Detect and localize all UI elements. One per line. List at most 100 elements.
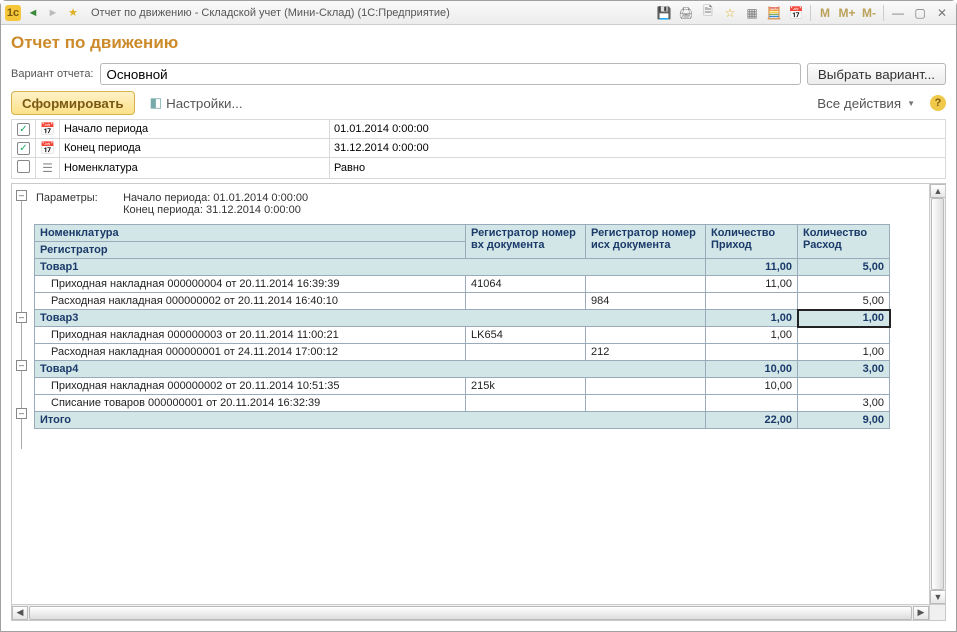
collapse-all-button[interactable]: – [16, 190, 27, 201]
data-row[interactable]: Списание товаров 000000001 от 20.11.2014… [35, 395, 890, 412]
report-body[interactable]: Параметры: Начало периода: 01.01.2014 0:… [34, 184, 945, 620]
cell-out-doc [586, 276, 706, 293]
doc-icon[interactable]: 🗎 [698, 4, 718, 22]
variant-label: Вариант отчета: [11, 68, 94, 80]
calendar-icon[interactable]: 📅 [786, 4, 806, 22]
chevron-down-icon: ▼ [907, 99, 915, 108]
group-row[interactable]: Товар31,001,00 [35, 310, 890, 327]
calc-icon[interactable]: 🧮 [764, 4, 784, 22]
cell-in-doc [466, 293, 586, 310]
back-icon[interactable]: ◄ [25, 5, 41, 21]
cell-in-doc [466, 344, 586, 361]
group-qty-in: 11,00 [706, 259, 798, 276]
favorite-icon[interactable]: ★ [65, 5, 81, 21]
col-reg-in: Регистратор номер вх документа [466, 225, 586, 259]
param-value[interactable]: Равно [329, 158, 945, 179]
scroll-right-button[interactable]: ▶ [913, 606, 929, 620]
col-registrar: Регистратор [35, 242, 466, 259]
calendar-icon: 📅 [40, 141, 55, 155]
m-minus-button[interactable]: M- [859, 4, 879, 22]
collapse-group-3[interactable]: – [16, 408, 27, 419]
star-icon[interactable]: ☆ [720, 4, 740, 22]
report-params-block: Параметры: Начало периода: 01.01.2014 0:… [34, 184, 944, 224]
params-line-1: Конец периода: 31.12.2014 0:00:00 [123, 204, 301, 216]
data-row[interactable]: Приходная накладная 000000003 от 20.11.2… [35, 327, 890, 344]
report-area: – – – – Параметры: Начало периода: 01.01… [11, 183, 946, 621]
collapse-group-2[interactable]: – [16, 360, 27, 371]
param-checkbox[interactable] [17, 160, 30, 173]
help-button[interactable]: ? [930, 95, 946, 111]
print-icon[interactable]: 🖨 [676, 4, 696, 22]
close-button[interactable]: ✕ [932, 4, 952, 22]
cell-in-doc [466, 395, 586, 412]
scroll-left-button[interactable]: ◀ [12, 606, 28, 620]
vertical-scrollbar[interactable]: ▲ ▼ [929, 184, 945, 604]
param-row[interactable]: ✓ 📅 Начало периода01.01.2014 0:00:00 [12, 120, 946, 139]
group-qty-in: 10,00 [706, 361, 798, 378]
page-title: Отчет по движению [11, 33, 946, 53]
cell-registrar: Приходная накладная 000000004 от 20.11.2… [35, 276, 466, 293]
choose-variant-button[interactable]: Выбрать вариант... [807, 63, 946, 85]
calendar-icon: 📅 [40, 122, 55, 136]
col-qty-in: Количество Приход [706, 225, 798, 259]
group-row[interactable]: Товар410,003,00 [35, 361, 890, 378]
group-name: Товар3 [35, 310, 706, 327]
total-label: Итого [35, 412, 706, 429]
param-row[interactable]: ✓ 📅 Конец периода31.12.2014 0:00:00 [12, 139, 946, 158]
param-row[interactable]: ☰НоменклатураРавно [12, 158, 946, 179]
scroll-down-button[interactable]: ▼ [930, 590, 946, 604]
app-icon: 1c [5, 5, 21, 21]
generate-button[interactable]: Сформировать [11, 91, 135, 115]
group-qty-out: 1,00 [798, 310, 890, 327]
param-checkbox[interactable]: ✓ [17, 142, 30, 155]
window-title: Отчет по движению - Складской учет (Мини… [91, 7, 450, 19]
m-plus-button[interactable]: M+ [837, 4, 857, 22]
horizontal-scrollbar[interactable]: ◀ ▶ [12, 604, 929, 620]
data-row[interactable]: Приходная накладная 000000004 от 20.11.2… [35, 276, 890, 293]
all-actions-button[interactable]: Все действия ▼ [808, 91, 924, 115]
cell-qty-out [798, 327, 890, 344]
param-checkbox[interactable]: ✓ [17, 123, 30, 136]
cell-in-doc: 41064 [466, 276, 586, 293]
grid-icon[interactable]: ▦ [742, 4, 762, 22]
minimize-button[interactable]: — [888, 4, 908, 22]
scroll-up-button[interactable]: ▲ [930, 184, 946, 198]
settings-icon: ◧ [150, 95, 163, 111]
cell-registrar: Расходная накладная 000000001 от 24.11.2… [35, 344, 466, 361]
cell-out-doc [586, 378, 706, 395]
param-name: Конец периода [59, 139, 329, 158]
forward-icon[interactable]: ► [45, 5, 61, 21]
cell-out-doc [586, 327, 706, 344]
cell-in-doc: 215k [466, 378, 586, 395]
data-row[interactable]: Приходная накладная 000000002 от 20.11.2… [35, 378, 890, 395]
titlebar-tools: 💾 🖨 🗎 ☆ ▦ 🧮 📅 M M+ M- — ▢ ✕ [654, 4, 952, 22]
col-qty-out: Количество Расход [798, 225, 890, 259]
data-row[interactable]: Расходная накладная 000000002 от 20.11.2… [35, 293, 890, 310]
param-name: Начало периода [59, 120, 329, 139]
report-table: Номенклатура Регистратор номер вх докуме… [34, 224, 890, 429]
vscroll-thumb[interactable] [931, 198, 944, 590]
total-qty-out: 9,00 [798, 412, 890, 429]
param-value[interactable]: 31.12.2014 0:00:00 [329, 139, 945, 158]
maximize-button[interactable]: ▢ [910, 4, 930, 22]
outline-gutter: – – – – [12, 184, 34, 620]
m-button[interactable]: M [815, 4, 835, 22]
cell-registrar: Расходная накладная 000000002 от 20.11.2… [35, 293, 466, 310]
params-label: Параметры: [36, 192, 120, 204]
group-name: Товар1 [35, 259, 706, 276]
titlebar: 1c ◄ ► ★ Отчет по движению - Складской у… [1, 1, 956, 25]
group-row[interactable]: Товар111,005,00 [35, 259, 890, 276]
settings-button[interactable]: ◧ Настройки... [141, 91, 252, 115]
cell-out-doc [586, 395, 706, 412]
cell-qty-out: 3,00 [798, 395, 890, 412]
hscroll-thumb[interactable] [29, 606, 912, 620]
data-row[interactable]: Расходная накладная 000000001 от 24.11.2… [35, 344, 890, 361]
save-icon[interactable]: 💾 [654, 4, 674, 22]
params-line-0: Начало периода: 01.01.2014 0:00:00 [123, 192, 308, 204]
cell-qty-in [706, 344, 798, 361]
param-value[interactable]: 01.01.2014 0:00:00 [329, 120, 945, 139]
group-qty-out: 5,00 [798, 259, 890, 276]
collapse-group-1[interactable]: – [16, 312, 27, 323]
variant-input[interactable] [100, 63, 801, 85]
group-qty-in: 1,00 [706, 310, 798, 327]
